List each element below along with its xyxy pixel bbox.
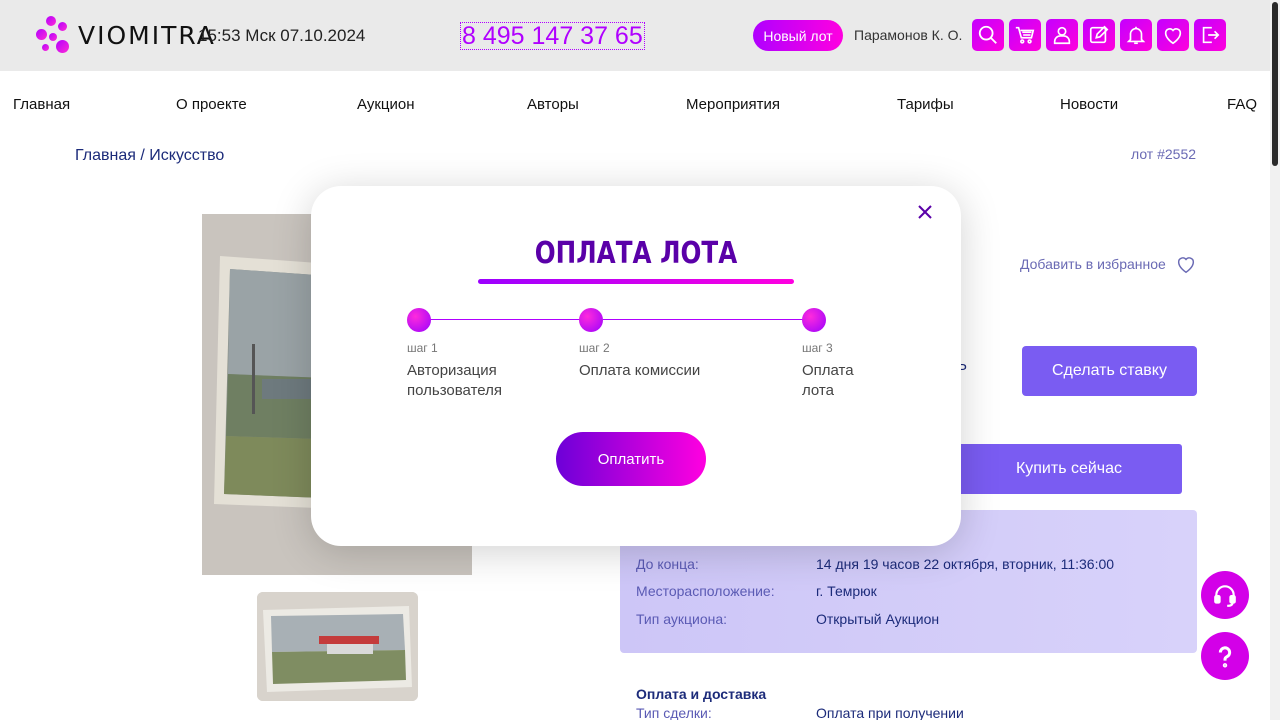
breadcrumb-current[interactable]: Искусство	[149, 147, 224, 164]
main-nav: Главная О проекте Аукцион Авторы Меропри…	[0, 96, 1270, 118]
info-value: 14 дня 19 часов 22 октября, вторник, 11:…	[816, 556, 1115, 572]
deal-type-key: Тип сделки:	[636, 705, 712, 720]
step-number: шаг 2	[579, 341, 610, 355]
logo[interactable]: VIOMITRA	[36, 16, 216, 54]
step-3: шаг 3 Оплата лота	[802, 341, 862, 401]
close-icon[interactable]	[915, 202, 935, 222]
title-underline	[478, 279, 794, 284]
make-bid-button[interactable]: Сделать ставку	[1022, 346, 1197, 396]
step-label: Оплата лота	[802, 362, 854, 399]
phone-number[interactable]: 8 495 147 37 65	[460, 22, 645, 50]
help-question-icon[interactable]	[1201, 632, 1249, 680]
logo-icon	[36, 16, 70, 54]
header-icons	[972, 19, 1226, 51]
nav-item-about[interactable]: О проекте	[176, 96, 247, 113]
nav-item-faq[interactable]: FAQ	[1227, 96, 1257, 113]
nav-item-authors[interactable]: Авторы	[527, 96, 579, 113]
logo-text: VIOMITRA	[78, 20, 216, 50]
nav-item-home[interactable]: Главная	[13, 96, 70, 113]
step-connector	[603, 319, 815, 320]
username[interactable]: Парамонов К. О.	[854, 27, 962, 43]
deal-type-value: Оплата при получении	[816, 705, 964, 720]
bell-icon[interactable]	[1120, 19, 1152, 51]
step-2: шаг 2 Оплата комиссии	[579, 341, 739, 381]
step-label: Авторизация пользователя	[407, 362, 502, 399]
info-value: г. Темрюк	[816, 583, 877, 599]
nav-item-news[interactable]: Новости	[1060, 96, 1118, 113]
step-number: шаг 1	[407, 341, 438, 355]
heart-icon[interactable]	[1157, 19, 1189, 51]
lot-number: лот #2552	[1131, 146, 1197, 162]
favorite-heart-icon[interactable]	[1175, 253, 1197, 275]
step-2-dot	[579, 308, 603, 332]
step-3-dot	[802, 308, 826, 332]
scrollbar[interactable]	[1270, 0, 1280, 720]
step-1: шаг 1 Авторизация пользователя	[407, 341, 537, 401]
info-key: Месторасположение:	[636, 583, 775, 599]
clock: 15:53 Мск 07.10.2024	[198, 26, 366, 45]
edit-icon[interactable]	[1083, 19, 1115, 51]
header: VIOMITRA 15:53 Мск 07.10.2024 8 495 147 …	[0, 0, 1270, 71]
support-headset-icon[interactable]	[1201, 571, 1249, 619]
modal-title: ОПЛАТА ЛОТА	[534, 236, 738, 271]
nav-item-auction[interactable]: Аукцион	[357, 96, 415, 113]
payment-modal: ОПЛАТА ЛОТА шаг 1 Авторизация пользовате…	[311, 186, 961, 546]
step-connector	[419, 319, 591, 320]
breadcrumb: Главная / Искусство	[75, 147, 224, 165]
step-number: шаг 3	[802, 341, 833, 355]
payment-delivery-title: Оплата и доставка	[636, 686, 767, 702]
step-label: Оплата комиссии	[579, 362, 701, 379]
buy-now-button[interactable]: Купить сейчас	[956, 444, 1182, 494]
breadcrumb-separator: /	[140, 147, 145, 164]
info-key: Тип аукциона:	[636, 611, 728, 627]
breadcrumb-home[interactable]: Главная	[75, 147, 136, 164]
new-lot-button[interactable]: Новый лот	[753, 20, 843, 51]
nav-item-tariffs[interactable]: Тарифы	[897, 96, 954, 113]
scrollbar-thumb[interactable]	[1272, 2, 1278, 166]
lot-thumbnail[interactable]	[257, 592, 418, 701]
pay-button[interactable]: Оплатить	[556, 432, 706, 486]
step-1-dot	[407, 308, 431, 332]
nav-item-events[interactable]: Мероприятия	[686, 96, 780, 113]
info-key: До конца:	[636, 556, 699, 572]
user-icon[interactable]	[1046, 19, 1078, 51]
add-favorite-link[interactable]: Добавить в избранное	[1020, 256, 1166, 272]
search-icon[interactable]	[972, 19, 1004, 51]
cart-icon[interactable]	[1009, 19, 1041, 51]
logout-icon[interactable]	[1194, 19, 1226, 51]
info-value: Открытый Аукцион	[816, 611, 940, 627]
